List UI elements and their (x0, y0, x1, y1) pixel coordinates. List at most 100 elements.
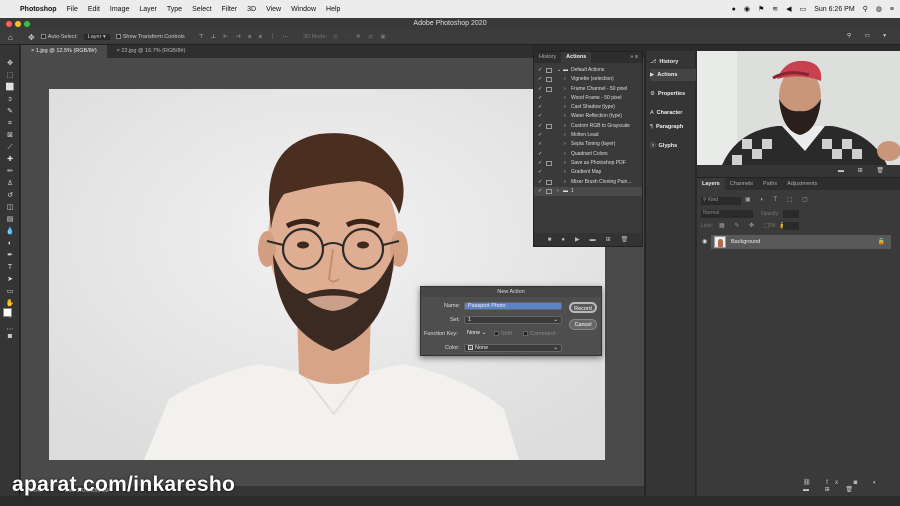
rectangle-tool-icon[interactable]: ▭ (5, 287, 15, 296)
set-dropdown[interactable]: 1 ⌄ (464, 316, 562, 324)
doc-tab-1[interactable]: × 1.jpg @ 12.5% (RGB/8#) (21, 45, 107, 58)
panel-menu-icon[interactable]: » ≡ (630, 52, 642, 63)
workspace-icons[interactable]: ⚲ ▭ ▾ (847, 33, 892, 39)
3d-tools[interactable]: ◎ ◌ ✥ ⇄ ▣ (333, 34, 389, 40)
check-icon[interactable]: ✓ (538, 131, 542, 140)
action-set-row-new[interactable]: ✓ › ▬ 1 (534, 186, 642, 197)
chevron-right-icon[interactable]: › (564, 122, 566, 131)
foreground-color-swatch[interactable] (3, 308, 12, 317)
action-row[interactable]: ✓ › Frame Channel - 50 pixel (534, 85, 642, 94)
menu-select[interactable]: Select (192, 6, 211, 13)
eraser-tool-icon[interactable]: ◫ (5, 203, 15, 212)
stop-icon[interactable]: ■ (548, 237, 552, 243)
tab-actions[interactable]: Actions (561, 52, 592, 63)
quick-mask-icon[interactable]: ◙ (5, 332, 15, 341)
flag-icon[interactable]: ⚑ (758, 5, 764, 13)
healing-brush-tool-icon[interactable]: ✚ (5, 155, 15, 164)
chevron-right-icon[interactable]: › (564, 140, 566, 149)
panel-character[interactable]: A Character (650, 107, 682, 119)
new-set-icon[interactable]: ▬ (590, 237, 596, 243)
chevron-right-icon[interactable]: › (564, 103, 566, 112)
check-icon[interactable]: ✓ (538, 159, 542, 168)
auto-select-dropdown[interactable]: Layer ▾ (83, 34, 110, 40)
action-row[interactable]: ✓ › Save as Photoshop PDF (534, 159, 642, 168)
kind-filter-dropdown[interactable]: ⚲ Kind (701, 197, 741, 205)
tab-layers[interactable]: Layers (697, 178, 725, 190)
shift-checkbox[interactable]: Shift (494, 331, 512, 337)
record-icon[interactable]: ● (561, 237, 565, 243)
battery-icon[interactable]: ▭ (800, 5, 807, 13)
panel-history[interactable]: ⎇ History (650, 56, 678, 68)
check-icon[interactable]: ✓ (538, 168, 542, 177)
lasso-tool-icon[interactable]: ↄ (5, 95, 15, 104)
opacity-field[interactable] (783, 210, 799, 218)
check-icon[interactable]: ✓ (538, 75, 542, 84)
action-row[interactable]: ✓ › Mixer Brush Cloning Pain... (534, 178, 642, 187)
fill-field[interactable] (783, 222, 799, 230)
layer-row-background[interactable]: ◉ Background 🔒 (702, 235, 891, 249)
panel-glyphs[interactable]: ⓐ Glyphs (650, 140, 677, 152)
menu-edit[interactable]: Edit (88, 6, 100, 13)
check-icon[interactable]: ✓ (538, 103, 542, 112)
blend-mode-dropdown[interactable]: Normal (701, 210, 753, 218)
clock[interactable]: Sun 6:26 PM (814, 6, 854, 13)
check-icon[interactable]: ✓ (538, 178, 542, 187)
action-set-row[interactable]: ✓ ⌄ ▬ Default Actions (534, 66, 642, 75)
move-tool-icon[interactable]: ✥ (5, 59, 15, 68)
menu-help[interactable]: Help (326, 6, 340, 13)
menu-3d[interactable]: 3D (247, 6, 256, 13)
clone-stamp-tool-icon[interactable]: ♙ (5, 179, 15, 188)
panel-action-icons[interactable]: ▬ ⊞ 🗑 (838, 167, 890, 174)
close-window-button[interactable] (6, 21, 12, 27)
check-icon[interactable]: ✓ (538, 94, 542, 103)
menu-type[interactable]: Type (167, 6, 182, 13)
check-icon[interactable]: ✓ (538, 112, 542, 121)
path-select-tool-icon[interactable]: ➤ (5, 275, 15, 284)
action-row[interactable]: ✓ › Custom RGB to Grayscale (534, 122, 642, 131)
marquee-tool-icon[interactable]: ⬜ (5, 83, 15, 92)
action-row[interactable]: ✓ › Quadrant Colors (534, 150, 642, 159)
record-button[interactable]: Record (569, 302, 597, 313)
trash-icon[interactable]: 🗑 (621, 236, 629, 243)
check-icon[interactable]: ✓ (538, 85, 542, 94)
pen-tool-icon[interactable]: ✒ (5, 251, 15, 260)
menu-image[interactable]: Image (110, 6, 129, 13)
action-name-input[interactable]: Passport Photo (464, 302, 562, 310)
menu-filter[interactable]: Filter (222, 6, 238, 13)
eyedropper-tool-icon[interactable]: ⟋ (5, 143, 15, 152)
menu-view[interactable]: View (266, 6, 281, 13)
tab-paths[interactable]: Paths (758, 178, 782, 190)
crop-tool-icon[interactable]: ⌗ (5, 119, 15, 128)
chevron-right-icon[interactable]: › (564, 75, 566, 84)
siri-icon[interactable]: ◍ (876, 5, 882, 13)
lock-icon[interactable]: 🔒 (878, 238, 885, 245)
play-icon[interactable]: ▶ (575, 236, 580, 243)
check-icon[interactable]: ✓ (538, 66, 542, 75)
action-row[interactable]: ✓ › Vignette (selection) (534, 75, 642, 84)
action-row[interactable]: ✓ › Cast Shadow (type) (534, 103, 642, 112)
move-tool-preset-icon[interactable]: ✥ (28, 33, 35, 42)
frame-tool-icon[interactable]: ⊠ (5, 131, 15, 140)
brush-tool-icon[interactable]: ✏ (5, 167, 15, 176)
document-canvas-image[interactable] (49, 89, 605, 460)
tab-history[interactable]: History (534, 52, 561, 63)
chevron-right-icon[interactable]: › (564, 85, 566, 94)
chevron-down-icon[interactable]: ⌄ (557, 66, 561, 75)
action-row[interactable]: ✓ › Gradient Map (534, 168, 642, 177)
cancel-button[interactable]: Cancel (569, 319, 597, 330)
dialog-toggle-icon[interactable] (546, 77, 552, 83)
tab-channels[interactable]: Channels (725, 178, 758, 190)
check-icon[interactable]: ✓ (538, 122, 542, 131)
quick-select-tool-icon[interactable]: ✎ (5, 107, 15, 116)
dialog-toggle-icon[interactable] (546, 188, 552, 194)
visibility-eye-icon[interactable]: ◉ (702, 238, 707, 245)
doc-tab-2[interactable]: × 22.jpg @ 16.7% (RGB/8#) (107, 45, 196, 58)
lock-icons[interactable]: ▦ ✎ ✥ ⬚ 🔒 (719, 222, 791, 229)
check-icon[interactable]: ✓ (538, 187, 542, 196)
volume-icon[interactable]: ◀ (786, 5, 791, 13)
menu-file[interactable]: File (67, 6, 78, 13)
search-icon[interactable]: ⚲ (863, 5, 868, 13)
chevron-right-icon[interactable]: › (564, 112, 566, 121)
blur-tool-icon[interactable]: 💧 (5, 227, 15, 236)
record-status-icon[interactable]: ● (732, 6, 736, 13)
